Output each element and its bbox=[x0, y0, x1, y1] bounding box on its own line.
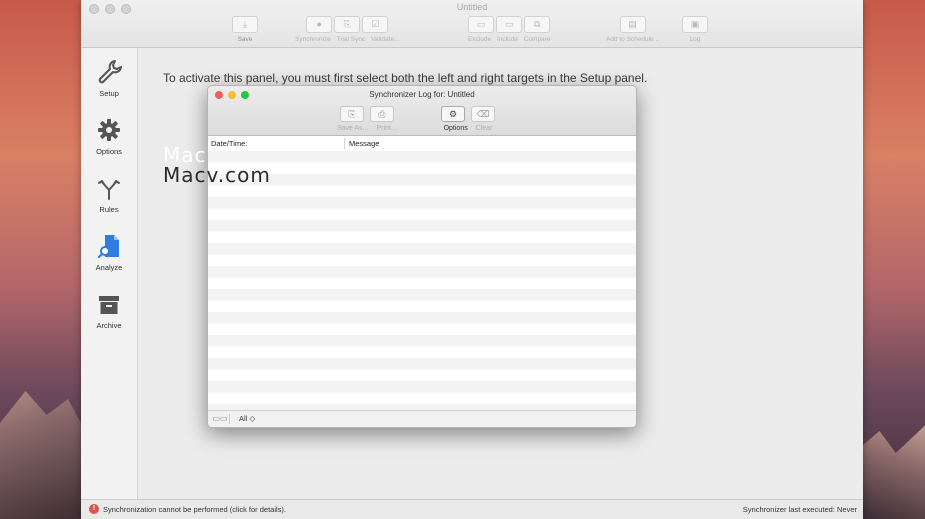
wrench-icon bbox=[98, 60, 122, 84]
log-table-header: Date/Time: Message bbox=[208, 136, 636, 152]
sidebar: Setup Options Rules Analyze Archive bbox=[81, 48, 138, 499]
window-title: Untitled bbox=[456, 2, 488, 12]
sidebar-item-archive[interactable]: Archive bbox=[81, 290, 137, 330]
status-left-text: Synchronization cannot be performed (cli… bbox=[103, 504, 287, 514]
status-bar: ! Synchronization cannot be performed (c… bbox=[81, 499, 863, 519]
add-to-schedule-toolbar-item[interactable]: ▤ Add to Schedule... bbox=[604, 16, 661, 43]
sidebar-item-label: Setup bbox=[99, 89, 119, 98]
log-icon: ▣ bbox=[682, 16, 708, 33]
print-icon: ⎙ bbox=[369, 106, 394, 122]
title-bar: Untitled ⤓ Save ● ⎘ ☑ Synchronize Trial Sy… bbox=[81, 0, 863, 48]
log-toolbar-item[interactable]: ▣ Log bbox=[681, 16, 709, 43]
warning-icon: ! bbox=[89, 504, 99, 514]
save-as-icon: ⎘ bbox=[339, 106, 364, 122]
panel-message: To activate this panel, you must first s… bbox=[163, 71, 648, 85]
log-options-toolbar-group[interactable]: ⚙ ⌫ Options Clear bbox=[438, 106, 498, 132]
log-window: Synchronizer Log for: Untitled ⎘ ⎙ Save A… bbox=[207, 85, 637, 428]
exclude-icon: ▭ bbox=[468, 16, 495, 33]
compare-label: Compare bbox=[523, 36, 551, 43]
synchronize-label: Synchronize bbox=[295, 36, 331, 43]
sidebar-item-setup[interactable]: Setup bbox=[81, 58, 137, 98]
log-file-toolbar-group[interactable]: ⎘ ⎙ Save As... Print... bbox=[334, 106, 400, 132]
desktop-mountain-left bbox=[0, 391, 85, 519]
sidebar-item-options[interactable]: Options bbox=[81, 116, 137, 156]
log-table-body[interactable] bbox=[208, 151, 636, 411]
sync-toolbar-group[interactable]: ● ⎘ ☑ Synchronize Trial Sync Validate... bbox=[293, 16, 402, 43]
exclude-label: Exclude bbox=[468, 36, 492, 43]
filter-toolbar-group[interactable]: ▭ ▭ ⧉ Exclude Include Compare bbox=[466, 16, 552, 43]
last-executed-text: Synchronizer last executed: Never bbox=[742, 505, 857, 514]
gear-icon bbox=[98, 119, 120, 141]
include-icon: ▭ bbox=[496, 16, 523, 33]
column-divider[interactable] bbox=[344, 138, 345, 149]
save-as-label: Save As... bbox=[337, 125, 369, 132]
status-error-link[interactable]: ! Synchronization cannot be performed (c… bbox=[89, 504, 286, 514]
validate-icon: ☑ bbox=[362, 16, 389, 33]
save-label: Save bbox=[237, 36, 253, 43]
log-window-title: Synchronizer Log for: Untitled bbox=[369, 90, 475, 99]
log-filter-popup[interactable]: All ◇ bbox=[239, 414, 255, 423]
compare-icon: ⧉ bbox=[524, 16, 551, 33]
book-icon[interactable]: ▭▭ bbox=[211, 414, 230, 424]
column-header-datetime[interactable]: Date/Time: bbox=[211, 139, 247, 148]
save-toolbar-item[interactable]: ⤓ Save bbox=[231, 16, 259, 43]
log-title-bar: Synchronizer Log for: Untitled ⎘ ⎙ Save A… bbox=[208, 86, 636, 136]
desktop-mountain-right bbox=[860, 425, 925, 519]
toolbar: ⤓ Save ● ⎘ ☑ Synchronize Trial Sync Valida… bbox=[81, 16, 863, 46]
clear-label: Clear bbox=[475, 125, 493, 132]
validate-label: Validate... bbox=[371, 36, 400, 43]
trial-sync-label: Trial Sync bbox=[336, 36, 366, 43]
log-options-gear-icon: ⚙ bbox=[441, 106, 465, 122]
save-icon: ⤓ bbox=[232, 16, 258, 33]
trial-sync-icon: ⎘ bbox=[334, 16, 361, 33]
print-label: Print... bbox=[376, 125, 397, 132]
sidebar-item-label: Archive bbox=[96, 321, 122, 330]
clear-icon: ⌫ bbox=[471, 106, 495, 122]
sidebar-item-rules[interactable]: Rules bbox=[81, 174, 137, 214]
fork-arrows-icon bbox=[98, 180, 120, 200]
log-label: Log bbox=[689, 36, 701, 43]
include-label: Include bbox=[496, 36, 518, 43]
column-header-message[interactable]: Message bbox=[349, 139, 379, 148]
magnifier-document-icon bbox=[97, 235, 119, 259]
watermark-text: Macv.com bbox=[163, 163, 271, 187]
sidebar-item-label: Options bbox=[96, 147, 122, 156]
log-options-label: Options bbox=[443, 125, 468, 132]
add-to-schedule-label: Add to Schedule... bbox=[606, 36, 660, 43]
sidebar-item-analyze[interactable]: Analyze bbox=[81, 232, 137, 272]
synchronize-icon: ● bbox=[306, 16, 333, 33]
sidebar-item-label: Analyze bbox=[95, 263, 123, 272]
archive-box-icon bbox=[99, 296, 119, 314]
sidebar-item-label: Rules bbox=[99, 205, 119, 214]
log-footer: ▭▭ All ◇ bbox=[208, 410, 636, 427]
schedule-icon: ▤ bbox=[619, 16, 646, 33]
